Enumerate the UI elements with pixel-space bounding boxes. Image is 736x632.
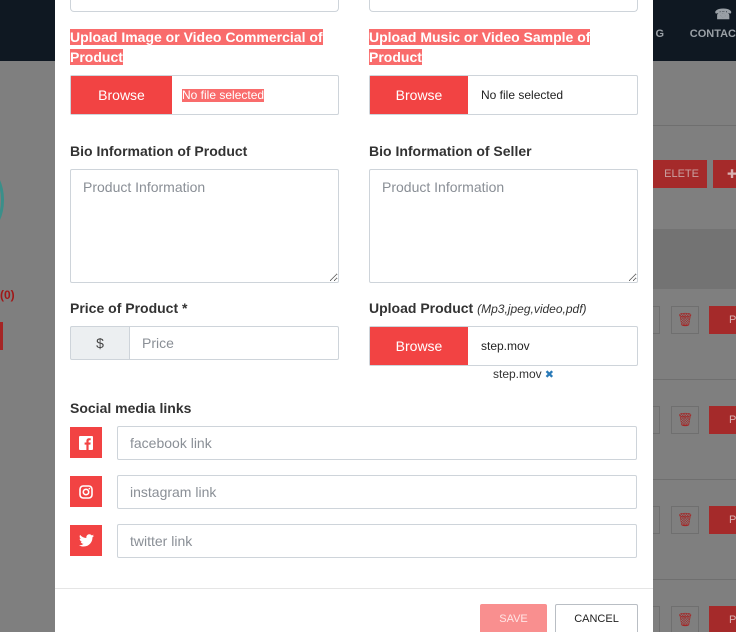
uploaded-file-name: step.mov	[493, 367, 542, 381]
upload-media-label: Upload Image or Video Commercial of Prod…	[70, 29, 323, 65]
nav-contact-link[interactable]: CONTAC	[690, 28, 736, 40]
table-row: 🗑 P	[653, 506, 736, 534]
price-input[interactable]	[130, 326, 339, 360]
trash-icon[interactable]: 🗑	[671, 506, 699, 534]
instagram-link-input[interactable]	[117, 475, 637, 509]
trash-icon[interactable]: 🗑	[671, 306, 699, 334]
modal-footer-divider	[55, 588, 653, 589]
twitter-row	[70, 524, 637, 558]
row-edit-button[interactable]	[653, 606, 660, 632]
divider	[653, 379, 736, 380]
twitter-icon	[70, 525, 102, 556]
table-header	[653, 229, 736, 289]
row-edit-button[interactable]	[653, 506, 660, 534]
upload-music-label: Upload Music or Video Sample of Product	[369, 29, 591, 65]
dollar-icon: $	[70, 326, 130, 360]
row-edit-button[interactable]	[653, 306, 660, 334]
divider	[653, 579, 736, 580]
facebook-row	[70, 426, 637, 460]
upload-music-browse-button[interactable]: Browse	[370, 76, 468, 114]
bio-product-textarea[interactable]	[70, 169, 339, 283]
background-table: ELETE ✚ 🗑 P 🗑 P 🗑 P 🗑 P	[653, 61, 736, 632]
trash-icon[interactable]: 🗑	[671, 406, 699, 434]
upload-product-file-name: step.mov	[481, 339, 530, 353]
trash-icon[interactable]: 🗑	[671, 606, 699, 632]
divider	[653, 125, 736, 126]
product-modal: Upload Image or Video Commercial of Prod…	[55, 0, 653, 632]
upload-product-browse-button[interactable]: Browse	[370, 327, 468, 365]
facebook-icon	[70, 427, 102, 458]
facebook-link-input[interactable]	[117, 426, 637, 460]
nav-blog-link[interactable]: G	[655, 28, 664, 40]
row-action-button[interactable]: P	[709, 506, 736, 534]
table-row: 🗑 P	[653, 306, 736, 334]
background-left-button[interactable]	[0, 322, 3, 350]
table-row: 🗑 P	[653, 406, 736, 434]
remove-file-icon[interactable]: ✖	[545, 369, 554, 381]
divider	[653, 479, 736, 480]
row-edit-button[interactable]	[653, 406, 660, 434]
background-add-button[interactable]: ✚	[713, 160, 736, 188]
price-label: Price of Product *	[70, 300, 188, 316]
background-avatar	[0, 170, 4, 230]
twitter-link-input[interactable]	[117, 524, 637, 558]
price-input-group: $	[70, 326, 339, 360]
bio-product-label: Bio Information of Product	[70, 143, 248, 159]
instagram-row	[70, 475, 637, 509]
instagram-icon	[70, 476, 102, 507]
upload-media-file-input[interactable]: Browse No file selected	[70, 75, 339, 115]
row-action-button[interactable]: P	[709, 406, 736, 434]
background-delete-button[interactable]: ELETE	[653, 160, 707, 188]
upload-media-file-status: No file selected	[182, 87, 265, 102]
cancel-button[interactable]: CANCEL	[555, 604, 638, 632]
row-action-button[interactable]: P	[709, 606, 736, 632]
upload-product-label: Upload Product (Mp3,jpeg,video,pdf)	[369, 300, 587, 316]
previous-field-right[interactable]	[369, 0, 638, 12]
row-action-button[interactable]: P	[709, 306, 736, 334]
upload-product-file-input[interactable]: Browse step.mov	[369, 326, 638, 366]
upload-media-browse-button[interactable]: Browse	[71, 76, 172, 114]
phone-icon: ☎	[714, 6, 732, 22]
bio-seller-label: Bio Information of Seller	[369, 143, 532, 159]
upload-product-hint: (Mp3,jpeg,video,pdf)	[477, 302, 587, 316]
social-heading: Social media links	[70, 400, 192, 416]
bio-seller-textarea[interactable]	[369, 169, 638, 283]
upload-music-file-input[interactable]: Browse No file selected	[369, 75, 638, 115]
save-button[interactable]: SAVE	[480, 604, 547, 632]
uploaded-file-item: step.mov ✖	[493, 367, 554, 381]
table-row: 🗑 P	[653, 606, 736, 632]
background-count-badge: (0)	[0, 288, 15, 302]
previous-field-left[interactable]	[70, 0, 339, 12]
upload-music-file-status: No file selected	[481, 88, 564, 102]
